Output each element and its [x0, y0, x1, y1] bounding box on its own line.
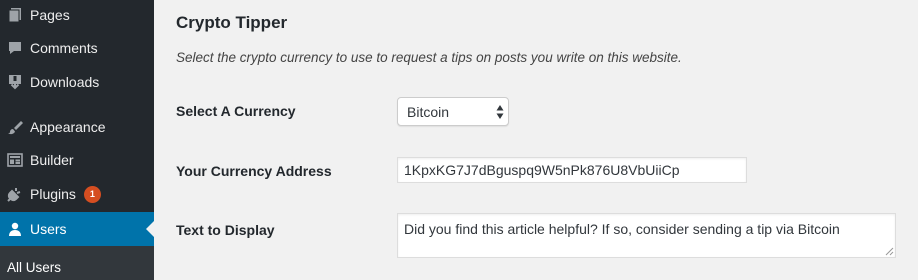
- plugins-icon: [0, 186, 30, 202]
- appearance-icon: [0, 119, 30, 135]
- currency-address-input[interactable]: 1KpxKG7J7dBguspq9W5nPk876U8VbUiiCp: [397, 157, 747, 183]
- submenu-item-all-users[interactable]: All Users: [7, 260, 61, 275]
- sidebar-item-label: Pages: [30, 7, 70, 23]
- sidebar-item-label: Downloads: [30, 74, 100, 90]
- downloads-icon: [0, 74, 30, 90]
- display-text-value: Did you find this article helpful? If so…: [404, 221, 840, 237]
- users-icon: [0, 221, 30, 237]
- currency-label: Select A Currency: [176, 103, 296, 119]
- comments-icon: [0, 40, 30, 56]
- users-submenu: All Users: [0, 246, 154, 280]
- sidebar-item-pages[interactable]: Pages: [0, 0, 154, 32]
- display-text-label: Text to Display: [176, 222, 275, 238]
- address-label: Your Currency Address: [176, 163, 332, 179]
- section-title: Crypto Tipper: [176, 13, 288, 32]
- select-arrows-icon: [496, 105, 504, 119]
- pages-icon: [0, 7, 30, 23]
- sidebar-item-label: Appearance: [30, 119, 106, 135]
- update-count-badge: 1: [83, 185, 101, 203]
- sidebar-item-users[interactable]: Users: [0, 212, 154, 246]
- builder-icon: [0, 152, 30, 168]
- sidebar-item-label: Builder: [30, 152, 74, 168]
- sidebar-item-label: Users: [30, 221, 67, 237]
- currency-address-value: 1KpxKG7J7dBguspq9W5nPk876U8VbUiiCp: [404, 162, 680, 178]
- sidebar-item-label: Comments: [30, 40, 98, 56]
- currency-select-value: Bitcoin: [407, 103, 450, 120]
- sidebar-item-downloads[interactable]: Downloads: [0, 65, 154, 99]
- settings-panel: Crypto Tipper Select the crypto currency…: [154, 0, 918, 280]
- resize-grip-icon[interactable]: [885, 247, 894, 256]
- display-text-textarea[interactable]: Did you find this article helpful? If so…: [397, 213, 896, 258]
- section-description: Select the crypto currency to use to req…: [176, 50, 682, 65]
- sidebar-item-builder[interactable]: Builder: [0, 143, 154, 177]
- sidebar-item-appearance[interactable]: Appearance: [0, 110, 154, 144]
- admin-sidebar: Pages Comments Downloads Appearance Buil…: [0, 0, 154, 280]
- sidebar-item-label: Plugins: [30, 186, 76, 202]
- sidebar-item-plugins[interactable]: Plugins 1: [0, 177, 154, 211]
- sidebar-item-comments[interactable]: Comments: [0, 31, 154, 65]
- currency-select[interactable]: Bitcoin: [397, 97, 509, 126]
